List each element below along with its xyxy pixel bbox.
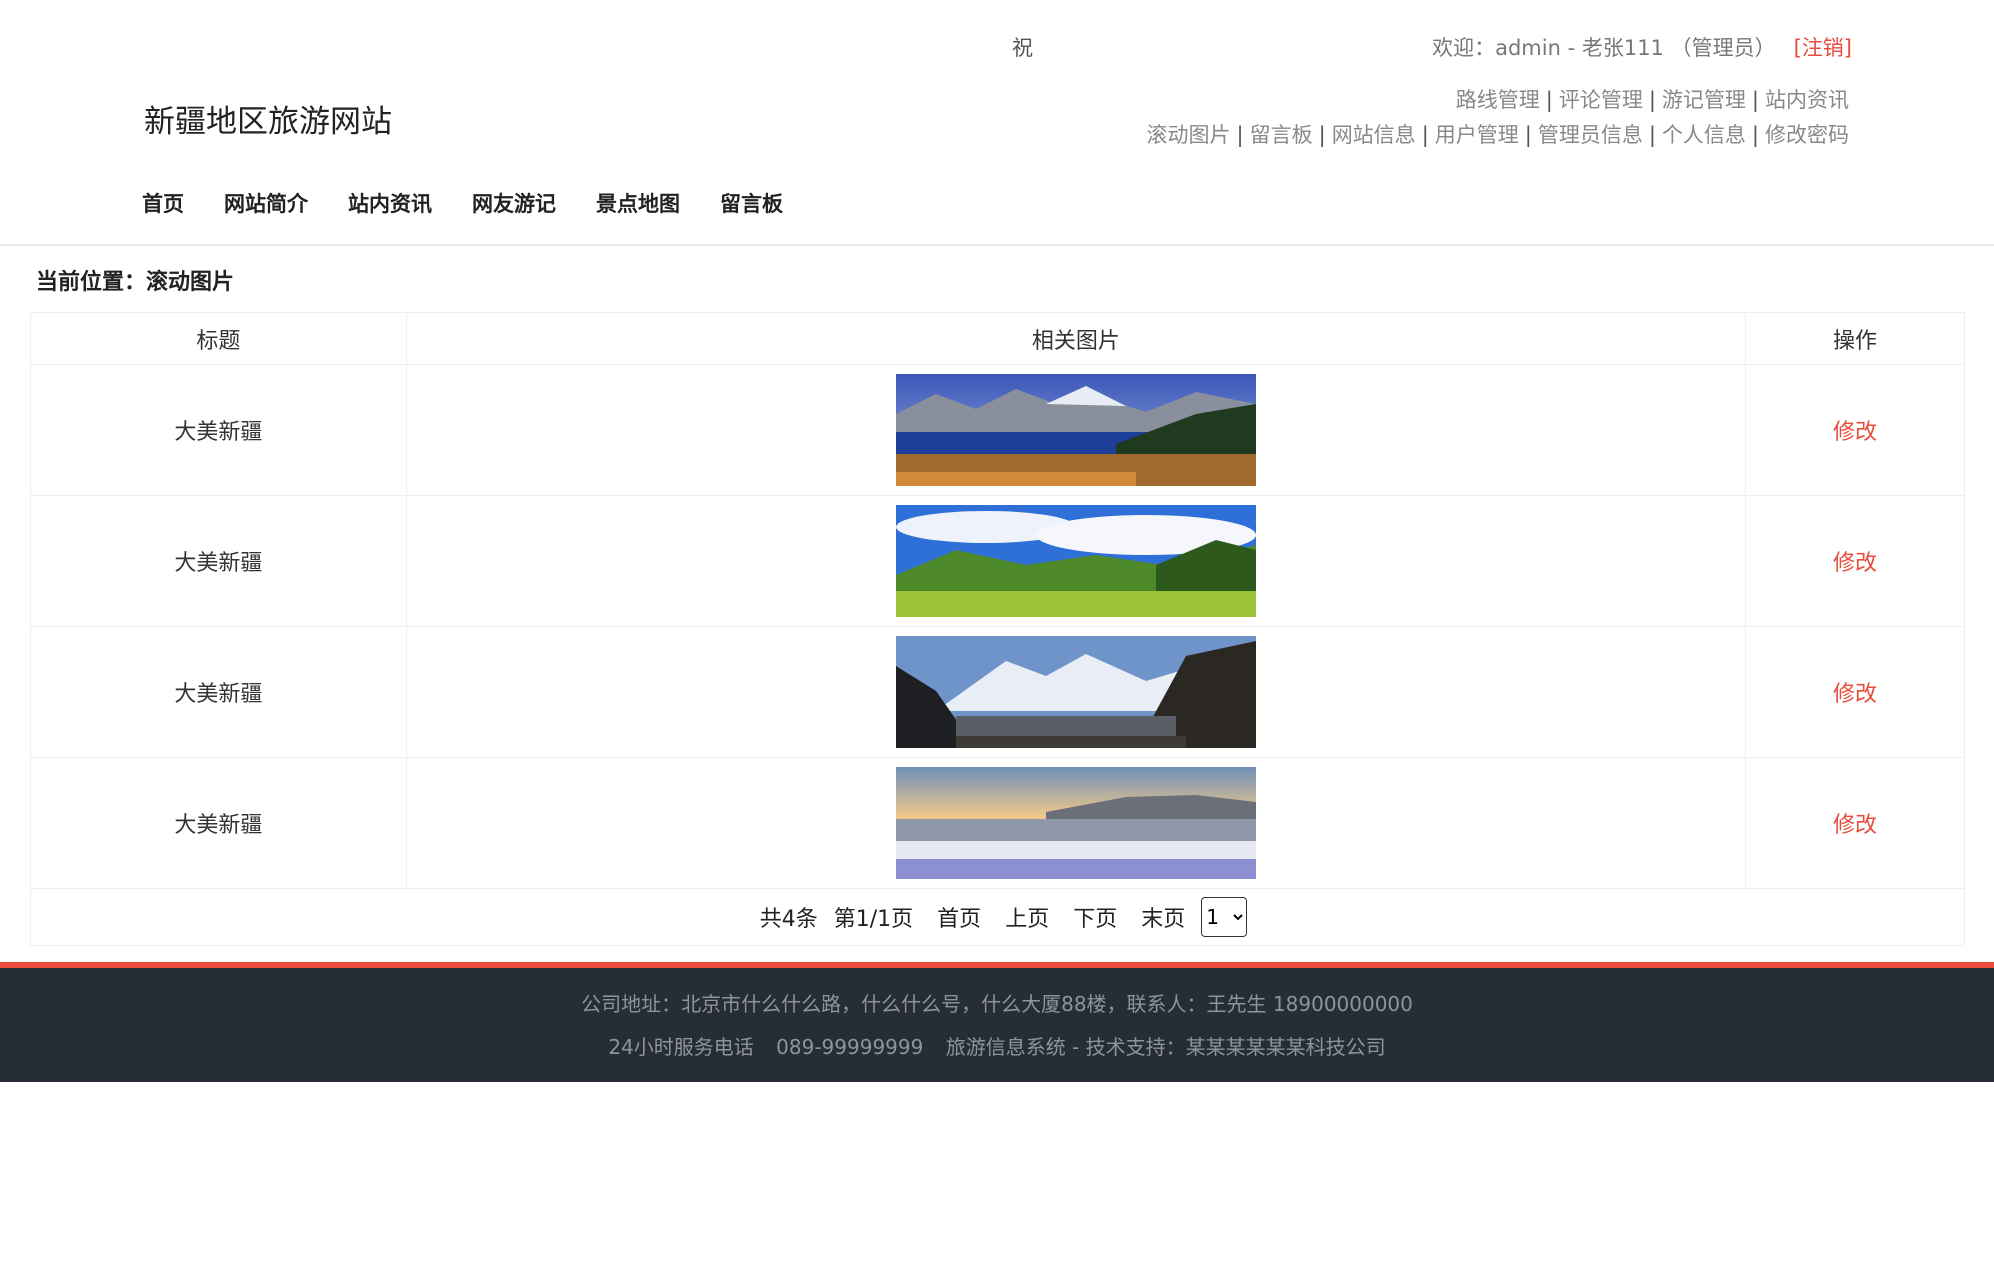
marquee-notice: 祝 xyxy=(1012,36,1033,60)
nav-guestbook[interactable]: 留言板 xyxy=(720,188,783,218)
table-header-row: 标题 相关图片 操作 xyxy=(30,312,1965,365)
edit-button[interactable]: 修改 xyxy=(1833,420,1877,445)
col-header-action: 操作 xyxy=(1745,312,1965,365)
admin-link-travelnote[interactable]: 游记管理 xyxy=(1662,88,1746,112)
main-nav: 首页 网站简介 站内资讯 网友游记 景点地图 留言板 xyxy=(122,188,803,218)
table-row: 大美新疆 修改 xyxy=(30,495,1965,627)
edit-button[interactable]: 修改 xyxy=(1833,682,1877,707)
row-title: 大美新疆 xyxy=(30,626,407,758)
page-select[interactable]: 1 xyxy=(1201,897,1248,937)
nav-home[interactable]: 首页 xyxy=(142,188,184,218)
slider-image-mountain-lake xyxy=(895,374,1256,486)
row-title: 大美新疆 xyxy=(30,364,407,496)
admin-link-password[interactable]: 修改密码 xyxy=(1765,123,1849,147)
slider-image-snow-mountain xyxy=(895,636,1256,748)
footer-contact: 24小时服务电话 089-99999999 旅游信息系统 - 技术支持：某某某某… xyxy=(0,1031,1994,1060)
nav-about[interactable]: 网站简介 xyxy=(224,188,308,218)
admin-link-comment[interactable]: 评论管理 xyxy=(1559,88,1643,112)
col-header-image: 相关图片 xyxy=(405,312,1747,365)
admin-link-news[interactable]: 站内资讯 xyxy=(1765,88,1849,112)
pager-next[interactable]: 下页 xyxy=(1073,901,1117,933)
row-title: 大美新疆 xyxy=(30,757,407,889)
table-row: 大美新疆 修改 xyxy=(30,626,1965,758)
admin-link-slider[interactable]: 滚动图片 xyxy=(1147,123,1231,147)
nav-news[interactable]: 站内资讯 xyxy=(348,188,432,218)
welcome-bar: 欢迎：admin - 老张111 （管理员） [注销] xyxy=(1432,32,1852,62)
admin-link-profile[interactable]: 个人信息 xyxy=(1662,123,1746,147)
site-header: 祝 欢迎：admin - 老张111 （管理员） [注销] 新疆地区旅游网站 路线… xyxy=(0,0,1994,246)
pagination: 共4条 第1/1页 首页 上页 下页 末页 1 xyxy=(748,897,1248,937)
admin-link-admins[interactable]: 管理员信息 xyxy=(1538,123,1643,147)
nav-map[interactable]: 景点地图 xyxy=(596,188,680,218)
slider-image-sunset-lake xyxy=(895,767,1256,879)
site-footer: 公司地址：北京市什么什么路，什么什么号，什么大厦88楼，联系人：王先生 1890… xyxy=(0,968,1994,1082)
slider-image-green-grassland xyxy=(895,505,1256,617)
col-header-title: 标题 xyxy=(30,312,407,365)
footer-support: 旅游信息系统 - 技术支持：某某某某某某科技公司 xyxy=(945,1035,1386,1059)
pager-total: 共4条 xyxy=(759,907,818,932)
admin-links-row2: 滚动图片 | 留言板 | 网站信息 | 用户管理 | 管理员信息 | 个人信息 | 修改密码 xyxy=(1146,123,1849,147)
admin-link-siteinfo[interactable]: 网站信息 xyxy=(1332,123,1416,147)
table-row: 大美新疆 修改 xyxy=(30,364,1965,496)
welcome-text: 欢迎：admin - 老张111 （管理员） xyxy=(1432,36,1776,60)
admin-link-guestbook[interactable]: 留言板 xyxy=(1250,123,1313,147)
edit-button[interactable]: 修改 xyxy=(1833,551,1877,576)
pager-page-info: 第1/1页 xyxy=(833,907,914,932)
admin-links-row1: 路线管理 | 评论管理 | 游记管理 | 站内资讯 xyxy=(1455,88,1849,112)
footer-hotline: 089-99999999 xyxy=(776,1035,924,1059)
edit-button[interactable]: 修改 xyxy=(1833,813,1877,838)
breadcrumb: 当前位置：滚动图片 xyxy=(36,270,235,295)
footer-hotline-label: 24小时服务电话 xyxy=(608,1035,754,1059)
row-title: 大美新疆 xyxy=(30,495,407,627)
site-title: 新疆地区旅游网站 xyxy=(144,104,392,140)
logout-link[interactable]: [注销] xyxy=(1794,36,1852,60)
admin-link-users[interactable]: 用户管理 xyxy=(1435,123,1519,147)
table-row: 大美新疆 修改 xyxy=(30,757,1965,889)
slider-table: 标题 相关图片 操作 大美新疆 修改 大美新疆 修改 大美新疆 修改 大美新疆 … xyxy=(30,312,1965,946)
pager-prev[interactable]: 上页 xyxy=(1005,901,1049,933)
admin-link-route[interactable]: 路线管理 xyxy=(1456,88,1540,112)
pager-last[interactable]: 末页 xyxy=(1141,901,1185,933)
nav-travelnotes[interactable]: 网友游记 xyxy=(472,188,556,218)
pager-first[interactable]: 首页 xyxy=(937,901,981,933)
footer-address: 公司地址：北京市什么什么路，什么什么号，什么大厦88楼，联系人：王先生 1890… xyxy=(581,992,1413,1016)
pager-row: 共4条 第1/1页 首页 上页 下页 末页 1 xyxy=(30,888,1965,946)
